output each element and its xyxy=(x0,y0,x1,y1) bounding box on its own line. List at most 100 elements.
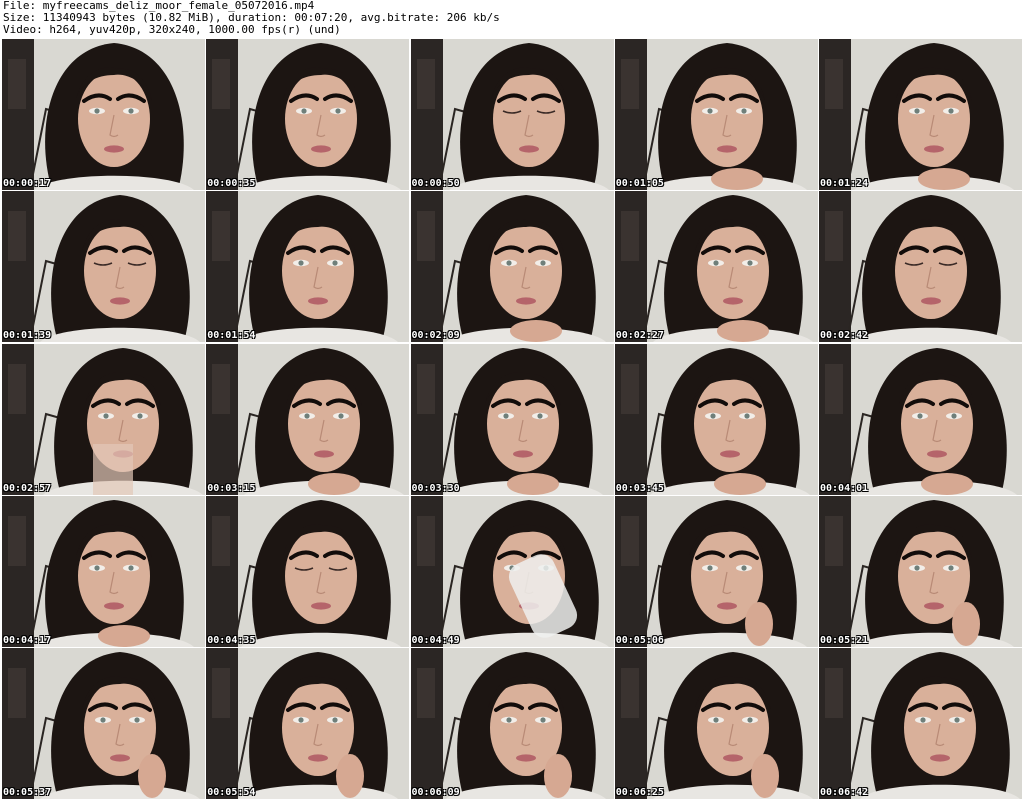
lips xyxy=(921,297,941,305)
face xyxy=(690,71,763,167)
lips xyxy=(104,602,124,610)
frame-image xyxy=(614,39,818,190)
face xyxy=(288,375,361,472)
video-frame-thumbnail: 00:00:17 xyxy=(2,39,205,190)
door-panel xyxy=(825,363,843,414)
video-frame-thumbnail: 00:02:27 xyxy=(614,191,818,343)
left-iris xyxy=(94,565,100,571)
hand xyxy=(921,472,973,495)
face xyxy=(895,223,967,320)
hand xyxy=(744,601,773,646)
door-panel xyxy=(825,59,843,109)
video-frame-thumbnail: 00:03:15 xyxy=(206,343,410,495)
left-iris xyxy=(298,260,304,266)
left-iris xyxy=(917,412,923,419)
thumbnail-grid: 00:00:17 00:00:35 00:00:50 00:01:05 00:01:24… xyxy=(2,39,1022,799)
right-iris xyxy=(332,260,338,266)
right-iris xyxy=(539,260,546,266)
door-panel xyxy=(620,363,639,414)
frame-image xyxy=(410,39,614,190)
door-panel xyxy=(825,668,843,718)
frame-timestamp: 00:04:01 xyxy=(820,482,869,494)
left-iris xyxy=(502,412,509,419)
right-iris xyxy=(539,717,546,723)
video-frame-thumbnail: 00:04:17 xyxy=(2,495,205,647)
right-iris xyxy=(338,412,344,419)
door-panel xyxy=(825,211,843,262)
hand xyxy=(713,472,766,495)
lips xyxy=(515,754,536,762)
frame-image xyxy=(2,495,205,647)
frame-image xyxy=(819,191,1022,343)
frame-timestamp: 00:03:30 xyxy=(411,482,460,494)
file-size-line: Size: 11340943 bytes (10.82 MiB), durati… xyxy=(3,12,500,24)
lips xyxy=(716,145,737,153)
hand xyxy=(509,320,562,343)
lips xyxy=(311,145,332,153)
frame-image xyxy=(206,191,410,343)
door-panel xyxy=(416,668,435,718)
hand xyxy=(98,624,150,647)
frame-timestamp: 00:01:24 xyxy=(820,178,869,189)
frame-timestamp: 00:02:42 xyxy=(820,330,869,342)
frame-timestamp: 00:01:39 xyxy=(3,330,52,342)
face xyxy=(696,223,769,320)
door-panel xyxy=(416,211,435,262)
door-panel xyxy=(8,668,26,718)
frame-image xyxy=(410,191,614,343)
right-iris xyxy=(948,108,954,114)
video-frame-thumbnail: 00:01:39 xyxy=(2,191,205,343)
lips xyxy=(515,297,536,305)
lips xyxy=(927,449,947,458)
door-panel xyxy=(620,59,639,109)
frame-image xyxy=(819,495,1022,647)
lips xyxy=(930,754,950,762)
left-iris xyxy=(713,260,719,266)
video-frame-thumbnail: 00:03:45 xyxy=(614,343,818,495)
right-iris xyxy=(128,565,134,571)
video-info-line: Video: h264, yuv420p, 320x240, 1000.00 f… xyxy=(3,24,341,36)
left-iris xyxy=(707,565,713,571)
video-frame-thumbnail: 00:05:06 xyxy=(614,495,818,647)
video-frame-thumbnail: 00:06:09 xyxy=(410,648,614,799)
frame-image xyxy=(819,39,1022,190)
right-iris xyxy=(741,108,747,114)
frame-image xyxy=(206,39,410,190)
frame-image xyxy=(614,191,818,343)
frame-timestamp: 00:04:35 xyxy=(207,634,256,646)
left-iris xyxy=(920,717,926,723)
right-iris xyxy=(335,108,341,114)
frame-timestamp: 00:04:17 xyxy=(3,634,52,646)
video-frame-thumbnail: 00:02:57 xyxy=(2,343,205,495)
video-frame-thumbnail: 00:03:30 xyxy=(410,343,614,495)
right-iris xyxy=(134,717,140,723)
hand xyxy=(918,168,970,190)
frame-timestamp: 00:05:21 xyxy=(820,634,869,646)
frame-timestamp: 00:06:25 xyxy=(615,787,664,798)
video-frame-thumbnail: 00:00:35 xyxy=(206,39,410,190)
frame-timestamp: 00:03:45 xyxy=(615,482,664,494)
lips xyxy=(308,754,329,762)
hand xyxy=(543,754,572,798)
video-frame-thumbnail: 00:04:49 xyxy=(410,495,614,647)
face xyxy=(901,375,973,472)
lips xyxy=(308,297,329,305)
right-iris xyxy=(536,412,543,419)
frame-timestamp: 00:03:15 xyxy=(207,482,256,494)
lips xyxy=(512,449,533,458)
left-iris xyxy=(301,108,307,114)
frame-image xyxy=(206,648,410,799)
hand xyxy=(336,754,365,798)
door-panel xyxy=(416,515,435,566)
frame-timestamp: 00:00:17 xyxy=(3,178,52,189)
frame-image xyxy=(614,495,818,647)
frame-image xyxy=(410,648,614,799)
door-panel xyxy=(8,363,26,414)
left-iris xyxy=(707,108,713,114)
face xyxy=(898,71,970,167)
door-panel xyxy=(212,59,231,109)
face xyxy=(84,223,156,320)
left-iris xyxy=(298,717,304,723)
door-panel xyxy=(416,363,435,414)
door-panel xyxy=(825,515,843,566)
